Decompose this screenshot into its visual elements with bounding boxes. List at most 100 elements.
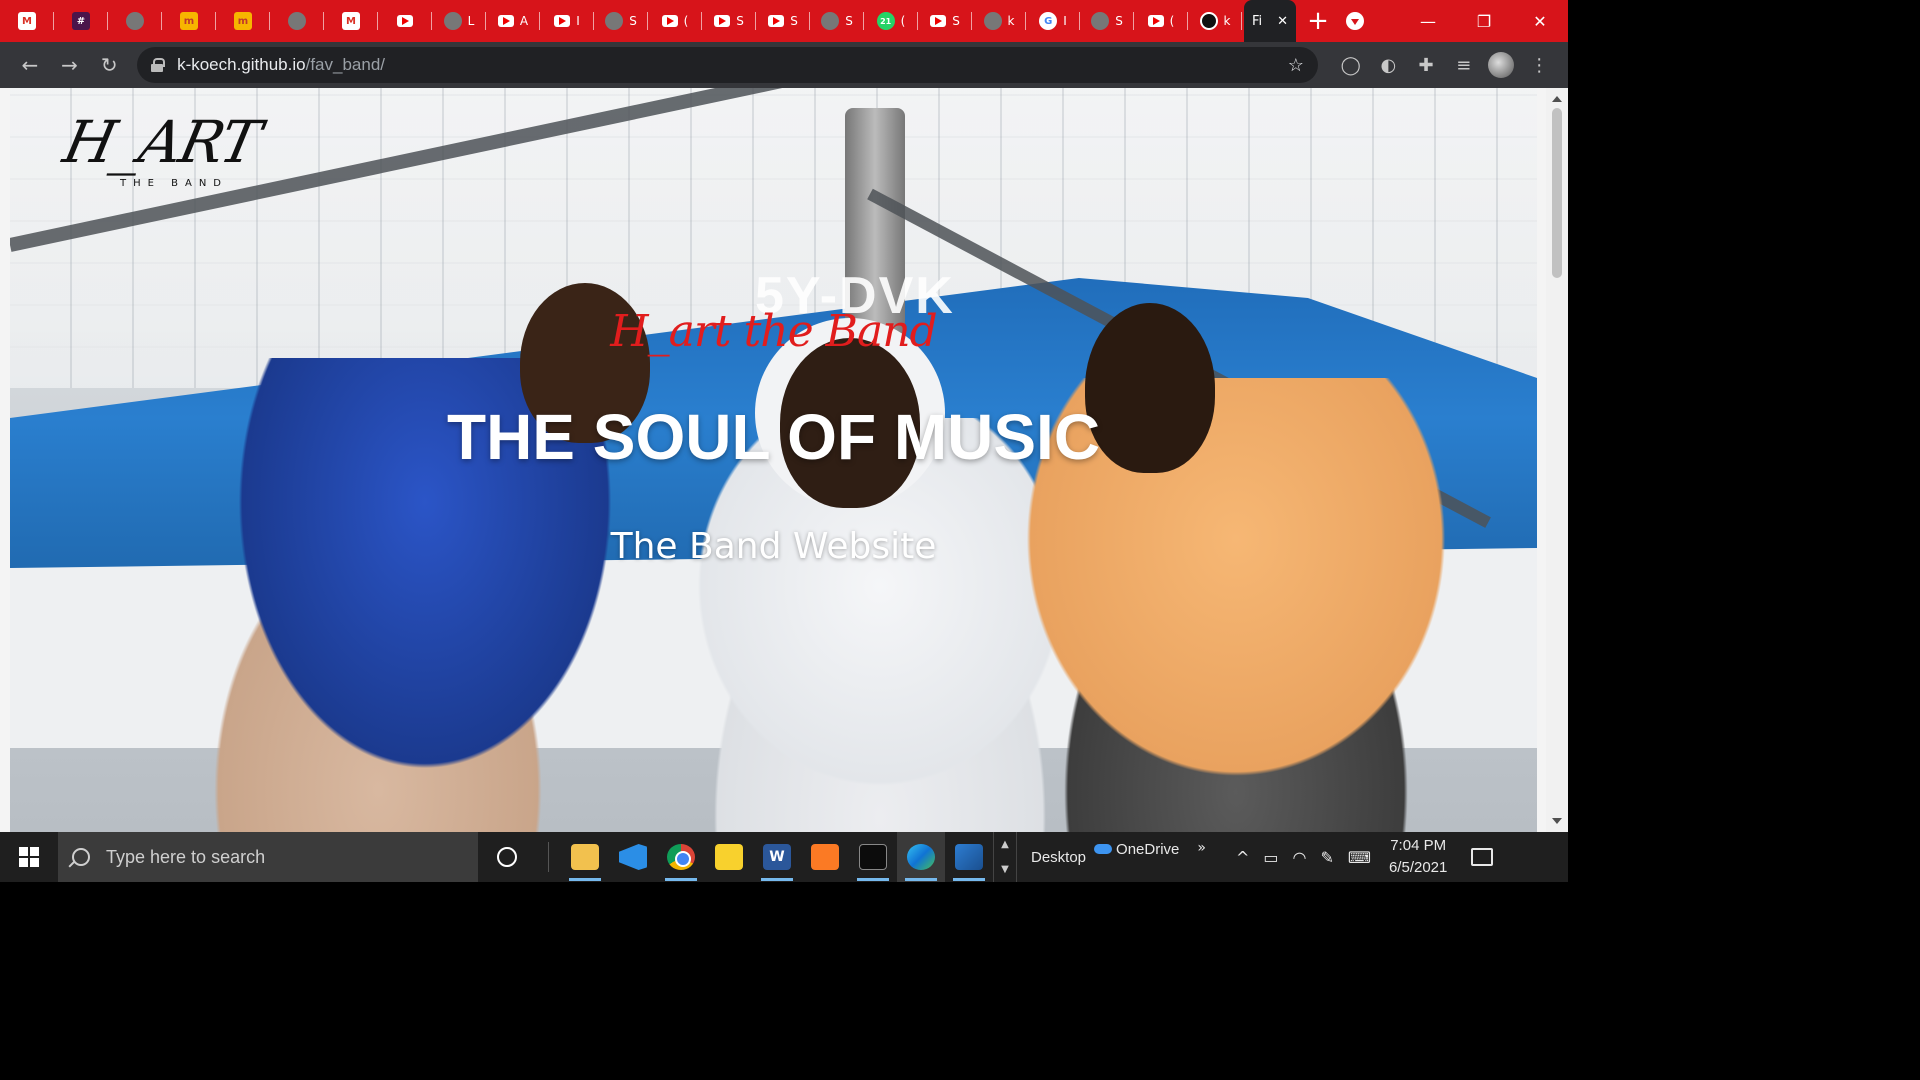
show-hidden-icons-icon[interactable]: ^ (1236, 848, 1249, 867)
notification-icon[interactable] (1471, 848, 1494, 866)
keyboard-icon[interactable]: ⌨ (1348, 848, 1371, 867)
battery-icon[interactable]: ▭ (1263, 848, 1278, 867)
chrome-button[interactable] (657, 832, 705, 882)
browser-tab[interactable]: ( (1134, 0, 1188, 42)
active-tab[interactable]: Fi ✕ (1244, 0, 1296, 42)
browser-tab[interactable]: k (972, 0, 1026, 42)
clock-date: 6/5/2021 (1388, 859, 1448, 876)
script-title: H_art the Band (610, 306, 937, 357)
back-icon[interactable]: ← (10, 45, 50, 85)
browser-tab[interactable]: 21 ( (864, 0, 918, 42)
vscode-icon (619, 844, 647, 870)
toolbar-overflow-icon[interactable]: » (1197, 840, 1206, 856)
youtube-icon (714, 15, 731, 27)
tab-title: I (1063, 14, 1067, 28)
browser-tab[interactable]: I (540, 0, 594, 42)
extension-icon[interactable]: ◯ (1332, 46, 1370, 84)
forward-icon[interactable]: → (50, 45, 90, 85)
pen-icon[interactable]: ✎ (1320, 848, 1333, 867)
restore-button[interactable]: ❐ (1456, 0, 1512, 42)
chevron-down-icon[interactable]: ▼ (1001, 864, 1009, 875)
media-control-icon[interactable]: ≡ (1445, 46, 1483, 84)
gmail-icon: M (18, 12, 36, 30)
word-button[interactable]: W (753, 832, 801, 882)
tab-search-icon[interactable] (1346, 12, 1364, 30)
tab-strip: M # m m M L A I S(S S S 21(Sk G I S(k Fi ✕ + — ❐ ✕ (0, 0, 1568, 42)
desktop-toolbar-label[interactable]: Desktop (1031, 849, 1086, 866)
sticky-notes-button[interactable] (705, 832, 753, 882)
browser-tab[interactable]: ( (648, 0, 702, 42)
extensions-puzzle-icon[interactable]: ✚ (1407, 46, 1445, 84)
tab-title: ( (683, 14, 689, 28)
youtube-icon (397, 15, 413, 27)
terminal-button[interactable] (849, 832, 897, 882)
browser-tab[interactable]: # (54, 0, 108, 42)
cortana-icon (497, 847, 517, 867)
scrollbar-thumb[interactable] (1552, 108, 1562, 278)
google-icon: G (1039, 12, 1058, 30)
browser-tab[interactable]: S (594, 0, 648, 42)
browser-tab[interactable]: A (486, 0, 540, 42)
new-tab-button[interactable]: + (1296, 0, 1340, 42)
browser-tab[interactable]: L (432, 0, 486, 42)
browser-tab[interactable] (270, 0, 324, 42)
globe-icon (1091, 12, 1110, 30)
browser-tab[interactable] (378, 0, 432, 42)
wifi-icon[interactable]: ◠ (1293, 848, 1307, 867)
youtube-icon (661, 15, 678, 27)
youtube-icon (497, 15, 514, 27)
browser-tab[interactable]: m (216, 0, 270, 42)
vscode-button[interactable] (609, 832, 657, 882)
browser-tab[interactable]: k (1188, 0, 1242, 42)
search-placeholder: Type here to search (106, 846, 266, 867)
photos-button[interactable] (945, 832, 993, 882)
pin-icon (443, 12, 462, 30)
browser-tab[interactable]: m (162, 0, 216, 42)
browser-tab[interactable]: GI (1026, 0, 1080, 42)
folder-icon (571, 844, 599, 870)
cortana-button[interactable] (478, 832, 536, 882)
address-bar[interactable]: k-koech.github.io /fav_band/ ☆ (137, 47, 1318, 83)
youtube-icon (554, 15, 571, 27)
profile-avatar[interactable] (1483, 46, 1521, 84)
scroll-down-icon[interactable] (1552, 818, 1562, 824)
browser-tab[interactable]: S (702, 0, 756, 42)
scrollbar[interactable] (1546, 88, 1568, 832)
browser-tab[interactable]: S (810, 0, 864, 42)
band-logo[interactable]: H_ART THE BAND (58, 108, 265, 198)
globe-icon (605, 12, 624, 30)
tab-title: S (845, 14, 853, 28)
close-window-button[interactable]: ✕ (1512, 0, 1568, 42)
bookmark-star-icon[interactable]: ☆ (1288, 55, 1304, 76)
edge-button[interactable] (897, 832, 945, 882)
browser-tab[interactable]: S (756, 0, 810, 42)
start-button[interactable] (0, 832, 58, 882)
chrome-icon (667, 844, 695, 870)
taskbar-search[interactable]: Type here to search (58, 832, 478, 882)
browser-tab[interactable] (108, 0, 162, 42)
scroll-up-icon[interactable] (1552, 96, 1562, 102)
minimize-button[interactable]: — (1400, 0, 1456, 42)
menu-icon[interactable]: ⋮ (1520, 46, 1558, 84)
browser-tab[interactable]: M (0, 0, 54, 42)
gmail-icon: M (342, 12, 360, 30)
clock[interactable]: 7:04 PM 6/5/2021 (1389, 835, 1447, 879)
xampp-button[interactable] (801, 832, 849, 882)
tab-title: S (736, 14, 744, 28)
file-explorer-button[interactable] (561, 832, 609, 882)
reload-icon[interactable]: ↻ (89, 45, 129, 85)
browser-tab[interactable]: S (1080, 0, 1134, 42)
tab-title: S (629, 14, 637, 28)
chevron-up-icon[interactable]: ▲ (1001, 839, 1009, 850)
photos-icon (955, 844, 983, 870)
extension-color-icon[interactable]: ◐ (1370, 46, 1408, 84)
browser-tab[interactable]: S (918, 0, 972, 42)
taskbar-scroll[interactable]: ▲ ▼ (993, 832, 1017, 882)
lock-icon[interactable] (151, 58, 166, 72)
browser-tab[interactable]: M (324, 0, 378, 42)
onedrive-toolbar[interactable]: OneDrive (1094, 841, 1179, 858)
xampp-icon (811, 844, 839, 870)
close-icon[interactable]: ✕ (1277, 14, 1288, 29)
globe-icon (821, 12, 840, 30)
tab-title: ( (900, 14, 906, 28)
